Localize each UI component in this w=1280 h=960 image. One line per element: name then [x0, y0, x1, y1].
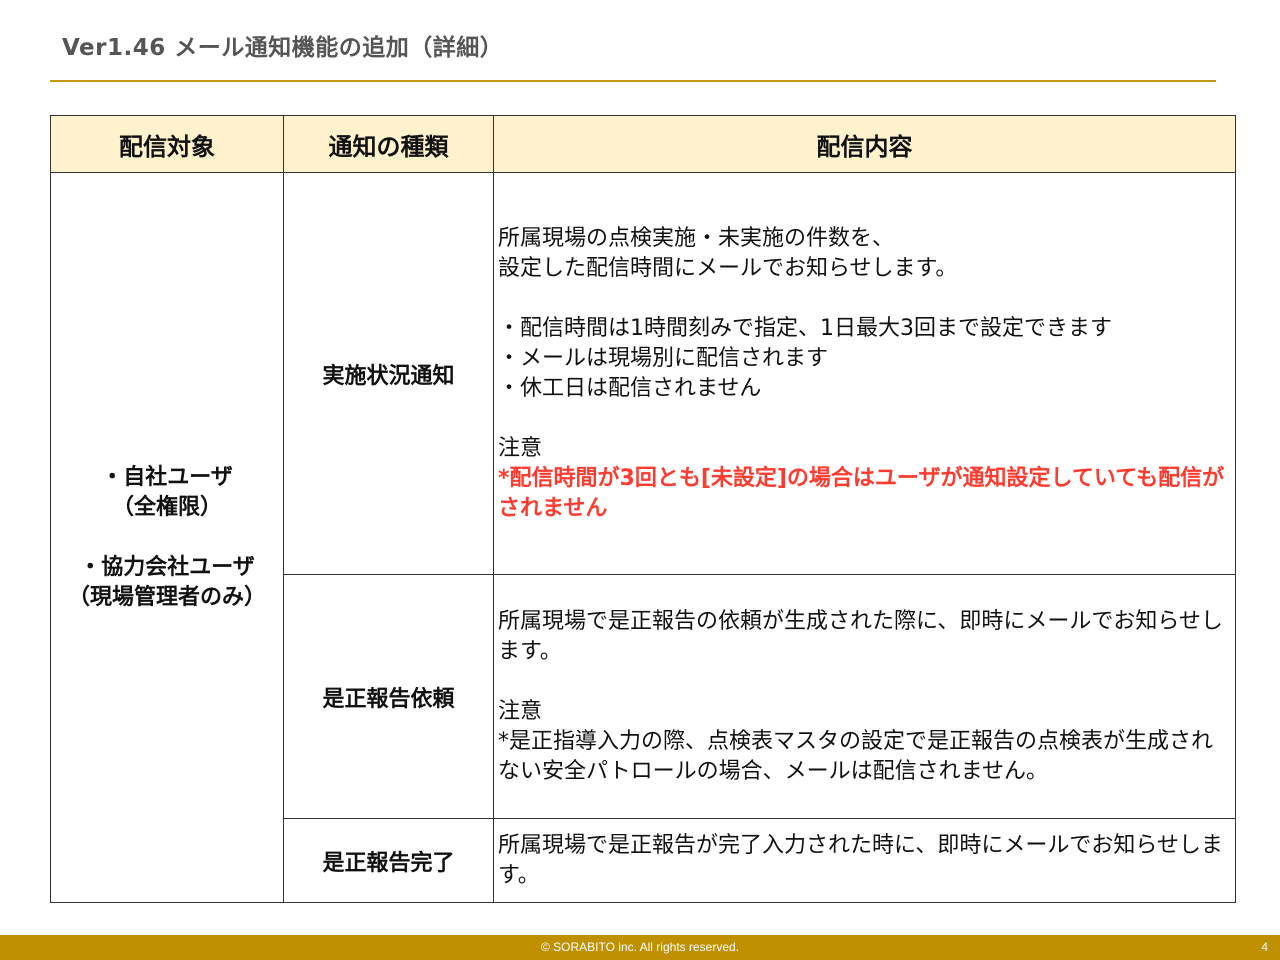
target-own-company-scope: （全権限） — [111, 494, 222, 520]
title-divider — [50, 80, 1216, 82]
copyright-text: © SORABITO inc. All rights reserved. — [540, 940, 740, 954]
content-bullet: ・休工日は配信されません — [498, 375, 762, 401]
note-label: 注意 — [498, 698, 543, 724]
content-text: 所属現場の点検実施・未実施の件数を、 — [498, 225, 895, 251]
header-content: 配信内容 — [493, 115, 1236, 173]
note-text: *是正指導入力の際、点検表マスタの設定で是正報告の点検表が生成されない安全パトロ… — [498, 728, 1214, 784]
content-bullet: ・メールは現場別に配信されます — [498, 345, 829, 371]
target-partner-company: ・協力会社ユーザ — [79, 554, 255, 580]
content-correction-complete: 所属現場で是正報告が完了入力された時に、即時にメールでお知らせします。 — [493, 818, 1236, 903]
warning-text: *配信時間が3回とも[未設定]の場合はユーザが通知設定していても配信がされません — [498, 465, 1225, 521]
content-correction-request: 所属現場で是正報告の依頼が生成された際に、即時にメールでお知らせします。 注意 … — [493, 574, 1236, 819]
header-target: 配信対象 — [50, 115, 284, 173]
slide: Ver1.46 メール通知機能の追加（詳細） 配信対象 通知の種類 配信内容 ・… — [0, 0, 1280, 960]
table-header-row: 配信対象 通知の種類 配信内容 — [50, 115, 1236, 173]
content-status-notification: 所属現場の点検実施・未実施の件数を、 設定した配信時間にメールでお知らせします。… — [493, 172, 1236, 575]
note-label: 注意 — [498, 435, 543, 461]
content-text: 所属現場で是正報告の依頼が生成された際に、即時にメールでお知らせします。 — [498, 608, 1223, 664]
target-partner-company-scope: （現場管理者のみ） — [67, 584, 266, 610]
content-text: 設定した配信時間にメールでお知らせします。 — [498, 255, 958, 281]
notification-table: 配信対象 通知の種類 配信内容 ・自社ユーザ （全権限） ・協力会社ユーザ （現… — [50, 115, 1236, 903]
target-own-company: ・自社ユーザ — [101, 464, 233, 490]
type-status-notification: 実施状況通知 — [283, 172, 494, 575]
type-correction-complete: 是正報告完了 — [283, 818, 494, 903]
header-type: 通知の種類 — [283, 115, 494, 173]
target-cell: ・自社ユーザ （全権限） ・協力会社ユーザ （現場管理者のみ） — [50, 172, 284, 903]
table-row: ・自社ユーザ （全権限） ・協力会社ユーザ （現場管理者のみ） 実施状況通知 所… — [50, 172, 1236, 903]
content-bullet: ・配信時間は1時間刻みで指定、1日最大3回まで設定できます — [498, 315, 1112, 341]
type-correction-request: 是正報告依頼 — [283, 574, 494, 819]
page-title: Ver1.46 メール通知機能の追加（詳細） — [62, 35, 504, 61]
page-number: 4 — [1261, 940, 1268, 954]
content-text: 所属現場で是正報告が完了入力された時に、即時にメールでお知らせします。 — [498, 832, 1223, 888]
footer-bar: © SORABITO inc. All rights reserved. 4 — [0, 935, 1280, 960]
